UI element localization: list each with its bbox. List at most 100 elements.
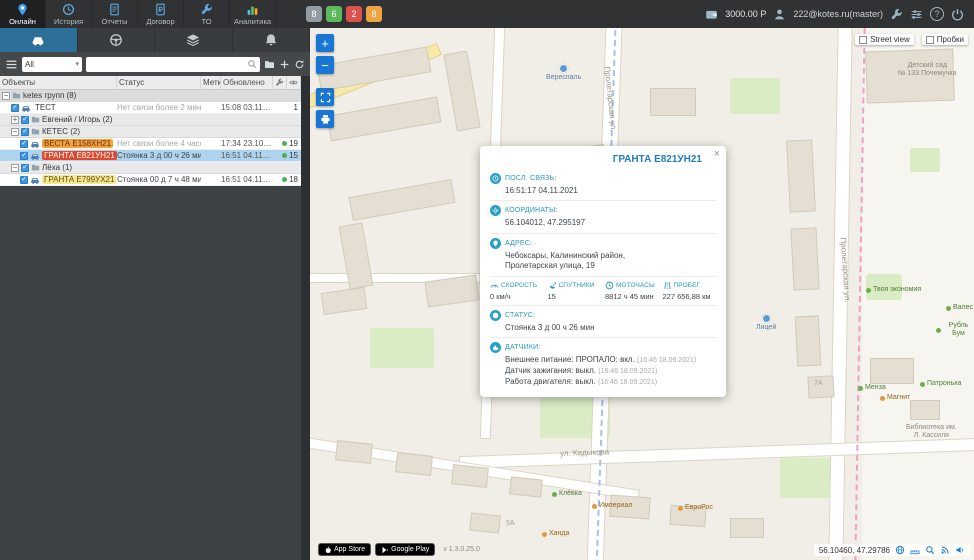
wrench-icon xyxy=(200,3,213,16)
map-footer-right: 56.10460, 47.29786 xyxy=(814,544,970,556)
folder-icon xyxy=(31,163,40,172)
group-row[interactable]: −✓ КЕТЕС (2) xyxy=(0,126,301,138)
tab-reports[interactable]: Отчеты xyxy=(92,0,138,28)
tab-label: История xyxy=(54,17,83,26)
measure-icon[interactable] xyxy=(910,545,920,555)
unit-updated: 15:08 03.11… xyxy=(221,103,273,112)
map-building xyxy=(730,518,764,538)
column-updated[interactable]: Обновлено xyxy=(221,76,273,89)
counter-badge-0[interactable]: 8 xyxy=(306,6,322,22)
group-row[interactable]: −ketes групп (8) xyxy=(0,90,301,102)
unit-checkbox[interactable]: ✓ xyxy=(11,104,19,112)
help-icon[interactable]: ? xyxy=(930,7,944,21)
settings-icon[interactable] xyxy=(890,8,903,21)
puzzle-icon xyxy=(490,342,501,353)
close-icon[interactable]: × xyxy=(714,149,720,160)
unit-status: Нет связи более 2 мин xyxy=(117,103,201,112)
folder-icon[interactable] xyxy=(264,59,275,70)
tab-analytics[interactable]: Аналитика xyxy=(230,0,276,28)
unit-satellites: 19 xyxy=(273,139,301,148)
print-button[interactable] xyxy=(316,110,334,128)
counter-badge-3[interactable]: 8 xyxy=(366,6,382,22)
sidebar-empty-area xyxy=(0,186,310,560)
folder-icon xyxy=(31,127,40,136)
overlay-toggle-0[interactable]: Street view xyxy=(855,34,914,45)
sensor-line: Внешнее питание: ПРОПАЛО: вкл. (16:46 18… xyxy=(505,355,716,366)
list-header: Объекты Статус Метки Обновлено xyxy=(0,76,301,90)
unit-status: Нет связи более 4 часов xyxy=(117,139,201,148)
column-tags[interactable]: Метки xyxy=(201,76,221,89)
overlay-toggle-1[interactable]: Пробки xyxy=(922,34,968,45)
tab-maintenance[interactable]: ТО xyxy=(184,0,230,28)
sidebar-tabs xyxy=(0,28,310,52)
connection-dot xyxy=(282,141,287,146)
tab-label: Договор xyxy=(146,17,174,26)
map[interactable]: Пролетарская ул.Пролетарская ул.ул. Шуми… xyxy=(310,28,974,560)
tab-contract[interactable]: Договор xyxy=(138,0,184,28)
sound-icon[interactable] xyxy=(955,545,965,555)
add-icon[interactable] xyxy=(279,59,290,70)
filter-select-value: All xyxy=(25,60,34,69)
sidebar-tab-units[interactable] xyxy=(0,28,78,52)
group-name: КЕТЕС (2) xyxy=(42,127,80,136)
menu-icon[interactable] xyxy=(5,58,18,71)
logout-icon[interactable] xyxy=(951,8,964,21)
unit-updated: 17:34 23.10… xyxy=(221,139,273,148)
search-input[interactable] xyxy=(86,57,260,72)
group-row[interactable]: −✓Лёха (1) xyxy=(0,162,301,174)
sidebar-tab-notifications[interactable] xyxy=(233,28,311,52)
layers-icon[interactable] xyxy=(895,545,905,555)
refresh-icon[interactable] xyxy=(294,59,305,70)
column-status[interactable]: Статус xyxy=(117,76,201,89)
group-checkbox[interactable]: ✓ xyxy=(21,128,29,136)
status-badges: 8628 xyxy=(306,0,382,28)
map-building xyxy=(786,139,816,212)
group-checkbox[interactable]: ✓ xyxy=(21,164,29,172)
car-icon xyxy=(30,139,40,149)
counter-badge-2[interactable]: 2 xyxy=(346,6,362,22)
tab-online[interactable]: Онлайн xyxy=(0,0,46,28)
unit-row[interactable]: ✓ГРАНТА Е799УХ21Стоянка 00 д 7 ч 48 мин1… xyxy=(0,174,301,186)
unit-row[interactable]: ✓ТЕСТНет связи более 2 мин15:08 03.11…1 xyxy=(0,102,301,114)
sidebar-tab-drivers[interactable] xyxy=(78,28,156,52)
tree-toggle[interactable]: + xyxy=(11,116,19,124)
tab-label: Аналитика xyxy=(234,17,271,26)
main-area: All ▾ Объекты Статус Метки Обновлено xyxy=(0,28,974,560)
group-checkbox[interactable]: ✓ xyxy=(21,116,29,124)
googleplay-badge[interactable]: Google Play xyxy=(375,543,435,556)
tree-toggle[interactable]: − xyxy=(11,164,19,172)
column-visibility[interactable] xyxy=(287,76,301,89)
unit-checkbox[interactable]: ✓ xyxy=(20,176,28,184)
unit-row[interactable]: ✓ВЕСТА Е158ХН21Нет связи более 4 часов17… xyxy=(0,138,301,150)
wheel-icon xyxy=(109,33,123,47)
folder-icon xyxy=(31,115,40,124)
tools-icon[interactable] xyxy=(910,8,923,21)
layers-icon xyxy=(186,33,200,47)
clock-icon xyxy=(490,173,501,184)
unit-checkbox[interactable]: ✓ xyxy=(20,152,28,160)
unit-checkbox[interactable]: ✓ xyxy=(20,140,28,148)
apple-icon xyxy=(324,546,332,554)
zoom-in-button[interactable]: + xyxy=(316,34,334,52)
satellite-count: 1 xyxy=(294,103,298,112)
sidebar-tab-geofences[interactable] xyxy=(155,28,233,52)
measure-button[interactable] xyxy=(316,88,334,106)
unit-row[interactable]: ✓ГРАНТА Е821УН21Стоянка 3 д 00 ч 26 мин1… xyxy=(0,150,301,162)
chart-icon xyxy=(246,3,259,16)
traffic-icon[interactable] xyxy=(940,545,950,555)
map-search-icon[interactable] xyxy=(925,545,935,555)
group-row[interactable]: +✓Евгений / Игорь (2) xyxy=(0,114,301,126)
user-account[interactable]: 222@kotes.ru(master) xyxy=(793,9,883,19)
zoom-out-button[interactable]: − xyxy=(316,56,334,74)
filter-select[interactable]: All ▾ xyxy=(22,57,82,72)
tab-history[interactable]: История xyxy=(46,0,92,28)
counter-badge-1[interactable]: 6 xyxy=(326,6,342,22)
unit-updated: 16:51 04.11… xyxy=(221,175,273,184)
popup-status: СТАТУС: Стоянка 3 д 00 ч 26 мин xyxy=(490,305,716,337)
column-objects[interactable]: Объекты xyxy=(0,76,117,89)
column-sensors[interactable] xyxy=(273,76,287,89)
tree-toggle[interactable]: − xyxy=(2,92,10,100)
appstore-badge[interactable]: App Store xyxy=(318,543,371,556)
tree-toggle[interactable]: − xyxy=(11,128,19,136)
topbar: ОнлайнИсторияОтчетыДоговорТОАналитика 86… xyxy=(0,0,974,28)
